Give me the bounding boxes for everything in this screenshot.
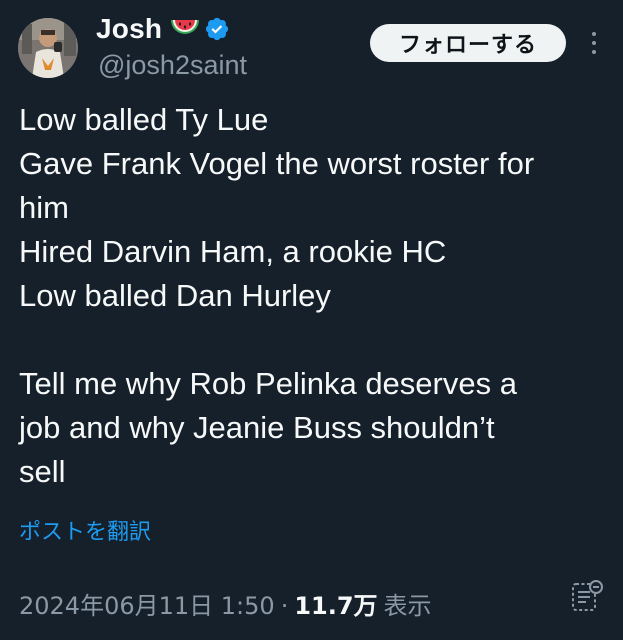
more-dot [592,32,596,36]
timestamp[interactable]: 2024年06月11日 1:50 [19,586,275,621]
tweet-line: Low balled Ty Lue [19,102,269,137]
follow-button[interactable]: フォローする [370,24,566,62]
tweet-line: Hired Darvin Ham, a rookie HC [19,234,447,269]
tweet-line: sell [19,454,66,489]
more-dot [592,50,596,54]
views-label: 表示 [383,592,432,620]
tweet-line: job and why Jeanie Buss shouldn’t [19,410,495,445]
tweet-line: Tell me why Rob Pelinka deserves a [19,366,517,401]
more-dot [592,41,596,45]
verified-badge-icon [204,16,230,42]
display-name[interactable]: Josh [96,13,162,45]
author-name-row: Josh [96,12,230,46]
more-options-icon[interactable] [582,28,606,58]
tweet-line: him [19,190,69,225]
meta-separator: · [280,592,289,620]
tweet-line: Gave Frank Vogel the worst roster for [19,146,535,181]
tweet-meta: 2024年06月11日 1:50 · 11.7万 表示 [19,586,432,621]
translate-post-link[interactable]: ポストを翻訳 [19,514,151,546]
avatar[interactable] [18,18,78,78]
views-count: 11.7万 [294,592,378,620]
watermelon-icon [170,17,200,41]
tweet-line: Low balled Dan Hurley [19,278,331,313]
tweet-text: Low balled Ty Lue Gave Frank Vogel the w… [19,98,609,494]
post-analytics-icon[interactable] [569,578,605,614]
user-handle[interactable]: @josh2saint [98,50,247,81]
